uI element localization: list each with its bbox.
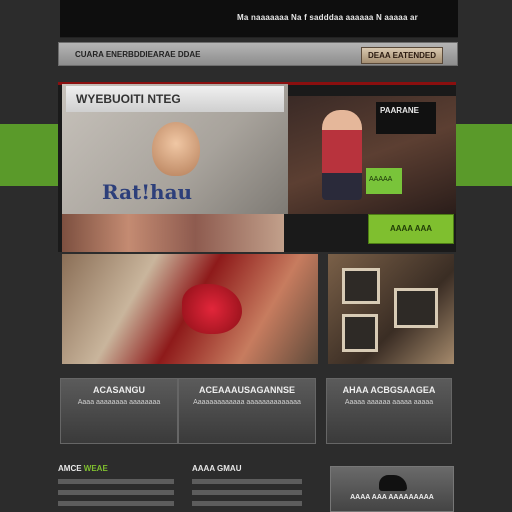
feature-card-subtitle: Aaaa aaaaaaaa aaaaaaaa (77, 399, 161, 406)
hero-portrait (152, 122, 200, 176)
footer-title-accent: WEAE (83, 464, 108, 473)
cta-button[interactable]: AAAA AAA (368, 214, 454, 244)
footer-column-title: AMCE WEAE (58, 464, 174, 473)
green-side-band-left (0, 124, 58, 186)
hero-feature-image[interactable]: WYEBUOITI NTEG Rat!hau (62, 84, 288, 214)
feature-card[interactable]: AHAA ACBGSAAGEA Aaaaa aaaaaa aaaaa aaaaa (326, 378, 452, 444)
feature-card-title: ACEAAAUSAGANNSE (198, 385, 295, 395)
hero-logo: Rat!hau (102, 180, 193, 204)
hero-side-image[interactable]: PAARANE AAAAA (288, 96, 456, 214)
photo-frame (342, 268, 380, 304)
feature-card-subtitle: Aaaaaaaaaaaaa aaaaaaaaaaaaaa (193, 399, 301, 406)
shoe-icon (379, 475, 407, 491)
feature-card[interactable]: ACASANGU Aaaa aaaaaaaa aaaaaaaa (60, 378, 178, 444)
hero-screen-label: PAARANE (376, 102, 436, 134)
footer-text-line[interactable] (192, 479, 302, 484)
hero-person-figure (322, 110, 362, 200)
gallery-image-side[interactable] (328, 254, 454, 364)
footer-promo-banner[interactable]: AAAA AAA AAAAAAAAA (330, 466, 454, 512)
flower-image (182, 284, 242, 334)
footer-text-line[interactable] (192, 490, 302, 495)
footer-column-title: AAAA GMAU (192, 464, 242, 473)
breadcrumb[interactable]: CUARA ENERBDDIEARAE DDAE (75, 50, 201, 59)
footer-text-line[interactable] (58, 490, 174, 495)
gallery-image-main[interactable] (62, 254, 318, 364)
footer-column: AAAA GMAU (192, 464, 302, 506)
footer-text-line[interactable] (58, 501, 174, 506)
footer-text-line[interactable] (58, 479, 174, 484)
sub-header-bar: CUARA ENERBDDIEARAE DDAE DEAA EATENDED (58, 42, 458, 66)
feature-card[interactable]: ACEAAAUSAGANNSE Aaaaaaaaaaaaa aaaaaaaaaa… (178, 378, 316, 444)
footer-title-prefix: AMCE (58, 464, 84, 473)
hero-thumbnail-strip[interactable] (62, 214, 284, 252)
footer-column: AMCE WEAE (58, 464, 174, 506)
hero-green-sign: AAAAA (366, 168, 402, 194)
header-action-button[interactable]: DEAA EATENDED (360, 47, 443, 64)
photo-frame (342, 314, 378, 352)
hero-headline: WYEBUOITI NTEG (66, 86, 284, 112)
green-side-band-right (456, 124, 512, 186)
promo-label: AAAA AAA AAAAAAAAA (350, 494, 434, 501)
top-navigation-bar: Ma naaaaaaa Na f sadddaa aaaaaa N aaaaa … (60, 0, 458, 38)
feature-card-title: AHAA ACBGSAAGEA (342, 385, 436, 395)
top-nav-links[interactable]: Ma naaaaaaa Na f sadddaa aaaaaa N aaaaa … (237, 13, 418, 22)
feature-card-subtitle: Aaaaa aaaaaa aaaaa aaaaa (344, 399, 434, 406)
feature-card-title: ACASANGU (92, 385, 145, 395)
photo-frame (394, 288, 438, 328)
footer-text-line[interactable] (192, 501, 302, 506)
